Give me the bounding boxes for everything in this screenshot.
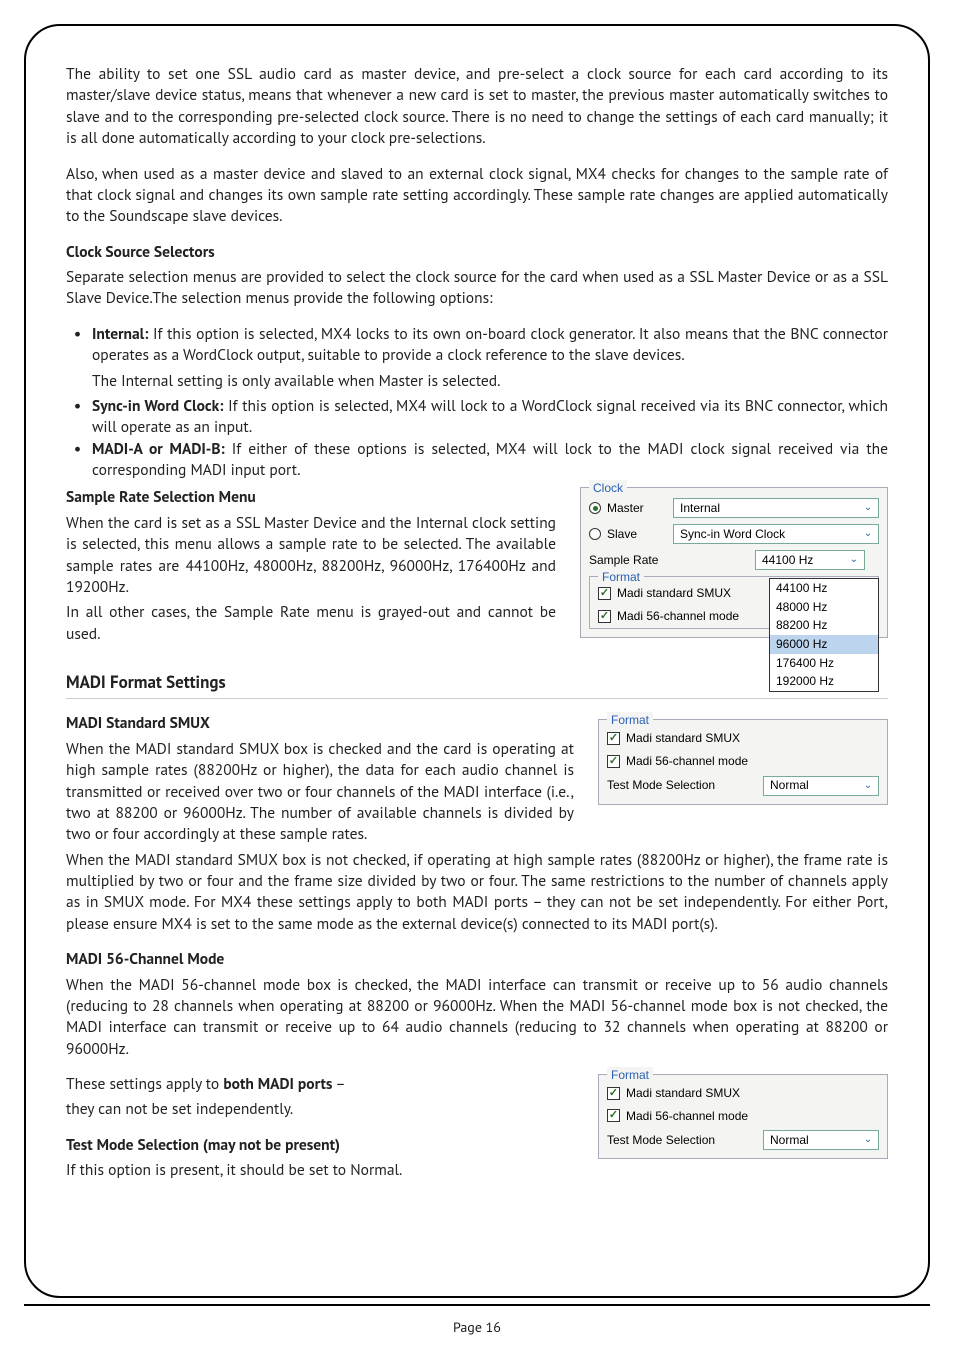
format-panel-2: Format Madi standard SMUX Madi 56-channe… [598, 1074, 888, 1159]
opt-internal-sub: The Internal setting is only available w… [66, 371, 888, 392]
smux-checkbox[interactable] [598, 587, 611, 600]
smux-body-2: When the MADI standard SMUX box is not c… [66, 850, 888, 936]
smux-heading: MADI Standard SMUX [66, 713, 574, 734]
both-ports-line2: they can not be set independently. [66, 1099, 574, 1120]
footer-divider [24, 1304, 930, 1306]
format-legend: Format [607, 712, 653, 729]
opt-internal-label: Internal: [92, 324, 148, 344]
test-mode-heading: Test Mode Selection (may not be present) [66, 1135, 574, 1156]
test-mode-label: Test Mode Selection [607, 1132, 757, 1149]
sample-rate-dropdown[interactable]: 44100 Hz 48000 Hz 88200 Hz 96000 Hz 1764… [769, 578, 879, 691]
format-legend: Format [607, 1067, 653, 1084]
master-label: Master [607, 500, 667, 517]
opt-sync-label: Sync-in Word Clock: [92, 396, 223, 416]
slave-radio[interactable] [589, 528, 601, 540]
slave-clock-value: Sync-in Word Clock [680, 526, 785, 543]
test-mode-label: Test Mode Selection [607, 777, 757, 794]
both-ports-line: These settings apply to both MADI ports … [66, 1074, 574, 1095]
master-clock-value: Internal [680, 500, 720, 517]
page-number: Page 16 [0, 1318, 954, 1336]
smux-body-1: When the MADI standard SMUX box is check… [66, 739, 574, 846]
chevron-down-icon: ⌄ [860, 500, 876, 516]
sample-rate-body-2: In all other cases, the Sample Rate menu… [66, 602, 556, 645]
clock-legend: Clock [589, 480, 627, 497]
chevron-down-icon: ⌄ [860, 526, 876, 542]
sample-rate-select[interactable]: 44100 Hz ⌄ [755, 550, 865, 570]
sr-option[interactable]: 192000 Hz [770, 672, 878, 691]
test-mode-select[interactable]: Normal ⌄ [763, 1130, 879, 1150]
sr-option-highlighted[interactable]: 96000 Hz [770, 635, 878, 654]
clock-options-list: Internal: If this option is selected, MX… [66, 324, 888, 367]
chevron-down-icon: ⌄ [860, 1132, 876, 1148]
clock-selectors-heading: Clock Source Selectors [66, 242, 888, 263]
m56-checkbox[interactable] [607, 755, 620, 768]
chevron-down-icon: ⌄ [846, 552, 862, 568]
smux-checkbox[interactable] [607, 732, 620, 745]
test-mode-body: If this option is present, it should be … [66, 1160, 574, 1181]
intro-para-2: Also, when used as a master device and s… [66, 164, 888, 228]
smux-label: Madi standard SMUX [626, 730, 740, 747]
madi-format-section-title: MADI Format Settings [66, 671, 888, 699]
m56-checkbox[interactable] [598, 610, 611, 623]
sample-rate-label: Sample Rate [589, 552, 749, 569]
sample-rate-heading: Sample Rate Selection Menu [66, 487, 556, 508]
chevron-down-icon: ⌄ [860, 778, 876, 794]
sr-option[interactable]: 44100 Hz [770, 579, 878, 598]
slave-label: Slave [607, 526, 667, 543]
sample-rate-body-1: When the card is set as a SSL Master Dev… [66, 513, 556, 599]
m56-heading: MADI 56-Channel Mode [66, 949, 888, 970]
m56-body: When the MADI 56-channel mode box is che… [66, 975, 888, 1061]
test-mode-value: Normal [770, 777, 809, 794]
m56-label: Madi 56-channel mode [617, 608, 739, 625]
opt-madi-label: MADI-A or MADI-B: [92, 439, 225, 459]
smux-checkbox[interactable] [607, 1087, 620, 1100]
format-panel-1: Format Madi standard SMUX Madi 56-channe… [598, 719, 888, 804]
smux-label: Madi standard SMUX [617, 585, 731, 602]
m56-checkbox[interactable] [607, 1109, 620, 1122]
opt-internal-body: If this option is selected, MX4 locks to… [92, 324, 888, 365]
smux-label: Madi standard SMUX [626, 1085, 740, 1102]
clock-selectors-body: Separate selection menus are provided to… [66, 267, 888, 310]
sample-rate-value: 44100 Hz [762, 552, 813, 569]
intro-para-1: The ability to set one SSL audio card as… [66, 64, 888, 150]
sr-option[interactable]: 176400 Hz [770, 654, 878, 673]
test-mode-value: Normal [770, 1132, 809, 1149]
sr-option[interactable]: 48000 Hz [770, 598, 878, 617]
test-mode-select[interactable]: Normal ⌄ [763, 776, 879, 796]
clock-options-list-2: Sync-in Word Clock: If this option is se… [66, 396, 888, 482]
master-clock-select[interactable]: Internal ⌄ [673, 498, 879, 518]
sr-option[interactable]: 88200 Hz [770, 616, 878, 635]
m56-label: Madi 56-channel mode [626, 753, 748, 770]
clock-panel: Clock Master Internal ⌄ Slave Sync-i [580, 487, 888, 638]
slave-clock-select[interactable]: Sync-in Word Clock ⌄ [673, 524, 879, 544]
m56-label: Madi 56-channel mode [626, 1108, 748, 1125]
master-radio[interactable] [589, 502, 601, 514]
format-legend-inline: Format [598, 569, 644, 586]
